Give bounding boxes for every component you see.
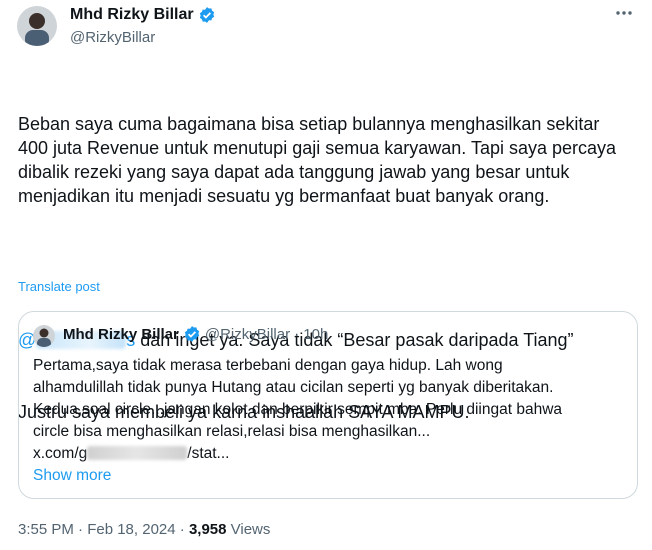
quote-author-avatar[interactable] <box>33 325 55 347</box>
quote-line: Kedua,soal circle...jangan kolot dan ber… <box>33 401 563 418</box>
author-avatar[interactable] <box>17 6 57 46</box>
author-name[interactable]: Mhd Rizky Billar <box>70 6 194 24</box>
tweet-meta: 3:55 PM · Feb 18, 2024 · 3,958 Views <box>18 521 270 538</box>
quote-author-name[interactable]: Mhd Rizky Billar <box>63 326 179 343</box>
quoted-tweet[interactable]: Mhd Rizky Billar @RizkyBillar · 10h Pert… <box>18 311 638 499</box>
quote-link: x.com/g/stat... <box>33 445 230 462</box>
tweet-paragraph-1: Beban saya cuma bagaimana bisa setiap bu… <box>18 114 622 206</box>
quote-line: circle bisa menghasilkan relasi,relasi b… <box>33 423 431 440</box>
quote-header: Mhd Rizky Billar @RizkyBillar · 10h <box>63 325 328 343</box>
show-more-link[interactable]: Show more <box>33 467 111 485</box>
quote-timestamp: · 10h <box>294 325 329 343</box>
views-label: Views <box>226 521 271 538</box>
more-options-icon[interactable] <box>614 3 634 28</box>
tweet-timestamp[interactable]: 3:55 PM · Feb 18, 2024 · <box>18 521 189 538</box>
quote-line: Pertama,saya tidak merasa terbebani deng… <box>33 357 503 374</box>
quote-author-handle[interactable]: @RizkyBillar <box>205 326 290 343</box>
redacted-link-part <box>87 446 188 460</box>
quote-text: Pertama,saya tidak merasa terbebani deng… <box>33 355 625 465</box>
translate-post-link[interactable]: Translate post <box>18 279 100 294</box>
views-count: 3,958 <box>188 521 227 538</box>
author-name-row[interactable]: Mhd Rizky Billar <box>70 6 216 24</box>
quote-line: alhamdulillah tidak punya Hutang atau ci… <box>33 379 554 396</box>
tweet-card: Mhd Rizky Billar @RizkyBillar Beban saya… <box>0 0 652 550</box>
verified-badge-icon <box>198 6 216 24</box>
quote-verified-badge-icon <box>183 325 201 343</box>
author-handle[interactable]: @RizkyBillar <box>70 29 155 46</box>
